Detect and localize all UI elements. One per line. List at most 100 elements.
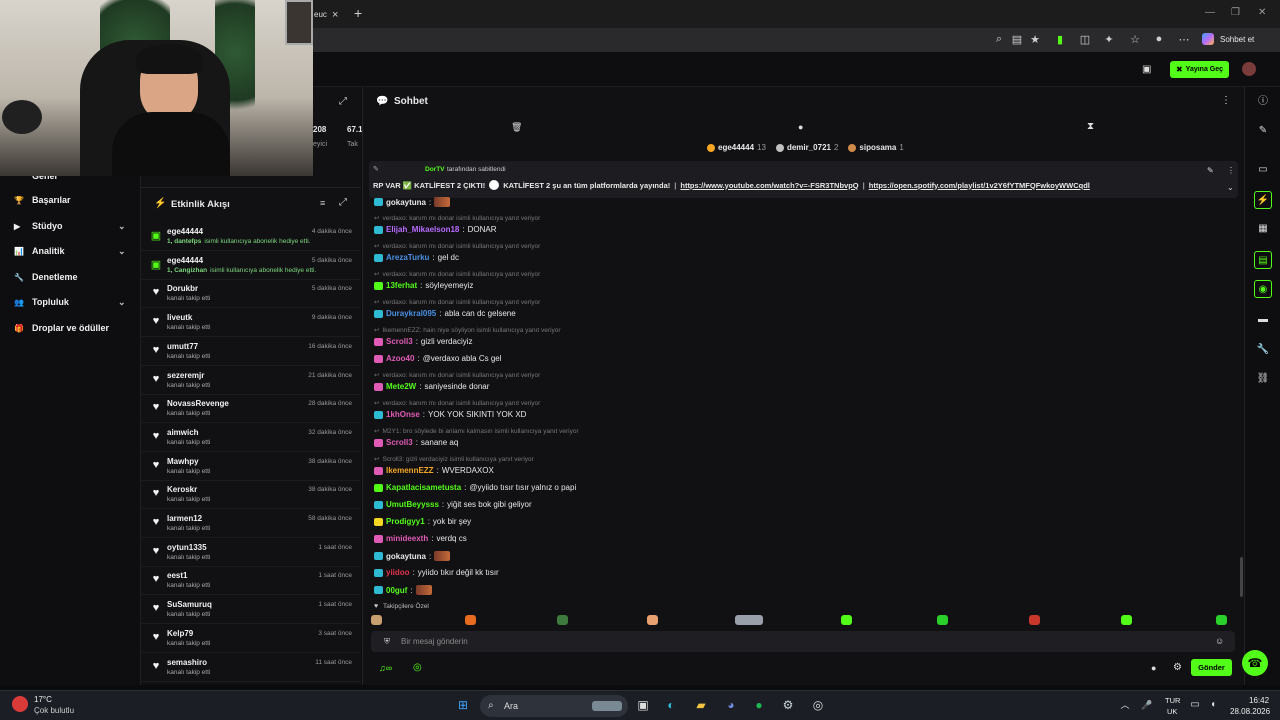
- chat-message[interactable]: 1khOnse: YOK YOK SIKINTI YOK XD: [374, 410, 526, 419]
- info-icon[interactable]: ⓘ: [1254, 93, 1272, 111]
- emoji-picker-icon[interactable]: ☺: [1215, 636, 1224, 646]
- reply-context[interactable]: ↩ verdaxo: kanım mı donar isimli kullanıc…: [374, 399, 540, 408]
- weather-desc[interactable]: Çok bulutlu: [34, 706, 74, 715]
- file-explorer-icon[interactable]: ▰: [692, 696, 710, 714]
- minimize-icon[interactable]: —: [1205, 7, 1215, 18]
- activity-username[interactable]: Keroskr: [167, 485, 197, 494]
- edit-stream-icon[interactable]: ✎: [1254, 122, 1272, 140]
- sidebar-item-6[interactable]: 🎁 Droplar ve ödüller: [14, 323, 109, 333]
- activity-row[interactable]: ♥ NovassRevenge kanalı takip etti 28 dakika…: [141, 394, 361, 424]
- profile-avatar-icon[interactable]: ●: [1152, 33, 1166, 45]
- chat-scrollbar[interactable]: [1240, 557, 1243, 597]
- activity-row[interactable]: ♥ Mawhpy kanalı takip etti 38 dakika önce: [141, 452, 361, 481]
- rewards-toggle-icon[interactable]: ◉: [1254, 280, 1272, 298]
- gifter-1[interactable]: ege44444 13: [707, 143, 766, 152]
- extensions-puzzle-icon[interactable]: ✦: [1102, 33, 1116, 46]
- pinned-menu-icon[interactable]: ⋮: [1227, 166, 1235, 175]
- emote-option-icon[interactable]: [735, 615, 763, 625]
- emote-option-icon[interactable]: [465, 615, 476, 625]
- emote-option-icon[interactable]: [557, 615, 568, 625]
- activity-row[interactable]: ♥ eest1 kanalı takip etti 1 saat önce: [141, 566, 361, 596]
- chrome-icon[interactable]: ◎: [809, 696, 827, 714]
- activity-row[interactable]: ♥ aimwich kanalı takip etti 32 dakika önce: [141, 423, 361, 452]
- chevron-down-icon[interactable]: ⌄: [118, 221, 126, 232]
- activity-username[interactable]: Dorukbr: [167, 284, 198, 293]
- chat-username[interactable]: ArezaTurku: [386, 253, 429, 262]
- collapse-pinned-icon[interactable]: ⌄: [1227, 183, 1234, 192]
- activity-username[interactable]: semashiro: [167, 658, 207, 667]
- chat-input-box[interactable]: ⛨ Bir mesaj gönderin ☺: [371, 631, 1235, 652]
- help-chat-button[interactable]: ☎: [1242, 650, 1268, 676]
- maximize-icon[interactable]: ❐: [1231, 7, 1240, 18]
- spotify-icon[interactable]: ●: [750, 696, 768, 714]
- mod-tools-icon[interactable]: 🔧: [1254, 341, 1272, 359]
- chat-message[interactable]: Mete2W: saniyesinde donar: [374, 382, 489, 391]
- activity-row[interactable]: ♥ liveutk kanalı takip etti 9 dakika önce: [141, 308, 361, 338]
- kick-rewards-icon[interactable]: ◎: [413, 662, 422, 673]
- weather-temp[interactable]: 17°C: [34, 695, 52, 704]
- chat-message[interactable]: Scroll3: gizli verdaciyiz: [374, 337, 473, 346]
- gifter-3[interactable]: siposama 1: [848, 143, 904, 152]
- emote-option-icon[interactable]: [937, 615, 948, 625]
- clock-time[interactable]: 16:42: [1249, 696, 1269, 705]
- pinned-link-spotify[interactable]: https://open.spotify.com/playlist/1v2Y6f…: [869, 181, 1090, 190]
- activity-row[interactable]: ♥ larmen12 kanalı takip etti 58 dakika önce: [141, 509, 361, 538]
- emote-option-icon[interactable]: [647, 615, 658, 625]
- windows-start-icon[interactable]: ⊞: [454, 696, 472, 714]
- emote-image[interactable]: [434, 551, 451, 561]
- network-icon[interactable]: ▭: [1186, 696, 1204, 714]
- pinned-link-youtube[interactable]: https://www.youtube.com/watch?v=-FSR3TNb…: [680, 181, 858, 190]
- activity-row[interactable]: ♥ Dorukbr kanalı takip etti 5 dakika önce: [141, 279, 361, 309]
- favorites-bar-icon[interactable]: ☆: [1128, 33, 1142, 46]
- activity-username[interactable]: ege44444: [167, 227, 203, 236]
- edge-browser-icon[interactable]: ◐: [662, 696, 680, 714]
- send-button[interactable]: Gönder: [1191, 659, 1232, 676]
- chat-message[interactable]: Scroll3: sanane aq: [374, 438, 458, 447]
- taskbar-search-box[interactable]: ⌕ Ara: [480, 695, 628, 717]
- trash-icon[interactable]: 🗑: [511, 122, 522, 133]
- steam-icon[interactable]: ⚙: [779, 696, 797, 714]
- chat-username[interactable]: Duraykral095: [386, 309, 436, 318]
- activity-username[interactable]: eest1: [167, 571, 187, 580]
- activity-username[interactable]: NovassRevenge: [167, 399, 229, 408]
- new-tab-icon[interactable]: +: [354, 5, 362, 21]
- reply-context[interactable]: ↩ M2Y1: bro söylede bi anlamı kalmasın is…: [374, 427, 579, 436]
- emote-image[interactable]: [434, 197, 451, 207]
- emote-option-icon[interactable]: [1121, 615, 1132, 625]
- tab-title-fragment[interactable]: euc: [314, 10, 327, 19]
- chat-username[interactable]: 00guf: [386, 586, 407, 595]
- emote-option-icon[interactable]: [841, 615, 852, 625]
- reply-context[interactable]: ↩ verdaxo: kanım mı donar isimli kullanıc…: [374, 214, 540, 223]
- activity-username[interactable]: SuSamuruq: [167, 600, 212, 609]
- lang-secondary[interactable]: UK: [1167, 707, 1177, 716]
- chat-message[interactable]: Prodigyy1: yok bir şey: [374, 517, 471, 526]
- pinned-message[interactable]: ✎ DorTV tarafından sabitlendi RP VAR ✅ K…: [369, 161, 1238, 198]
- chat-message[interactable]: ArezaTurku: gel dc: [374, 253, 459, 262]
- stats-toggle-icon[interactable]: ▦: [1254, 220, 1272, 238]
- activity-username[interactable]: sezeremjr: [167, 371, 204, 380]
- notification-icon[interactable]: ▣: [1142, 64, 1151, 75]
- chat-username[interactable]: Prodigyy1: [386, 517, 425, 526]
- chat-username[interactable]: yiidoo: [386, 568, 410, 577]
- message-bubble-icon[interactable]: ●: [798, 122, 803, 132]
- reply-context[interactable]: ↩ verdaxo: kanım mı donar isimli kullanıc…: [374, 371, 540, 380]
- activity-row[interactable]: ♥ semashiro kanalı takip etti 11 saat önce: [141, 653, 361, 682]
- activity-username[interactable]: oytun1335: [167, 543, 207, 552]
- chat-username[interactable]: minideexth: [386, 534, 428, 543]
- reply-context[interactable]: ↩ IkemennEZZ: hain niye söyliyon isimli k…: [374, 326, 561, 335]
- chevron-down-icon[interactable]: ⌄: [118, 297, 126, 308]
- sidebar-item-1[interactable]: 🏆 Başarılar: [14, 195, 71, 205]
- activity-row[interactable]: ♥ sezeremjr kanalı takip etti 21 dakika önc…: [141, 366, 361, 395]
- activity-row[interactable]: ♥ oytun1335 kanalı takip etti 1 saat önce: [141, 538, 361, 567]
- clips-icon[interactable]: ▬: [1254, 311, 1272, 329]
- activity-row[interactable]: ♥ SuSamuruq kanalı takip etti 1 saat önce: [141, 595, 361, 625]
- chat-users-icon[interactable]: ●: [1151, 663, 1156, 673]
- chat-username[interactable]: Kapatlacisametusta: [386, 483, 461, 492]
- chat-message[interactable]: UmutBeyysss: yiğit ses bok gibi geliyor: [374, 500, 532, 509]
- close-window-icon[interactable]: ✕: [1258, 7, 1266, 18]
- favorite-star-icon[interactable]: ★: [1028, 33, 1042, 46]
- lang-primary[interactable]: TUR: [1165, 696, 1180, 705]
- copilot-icon[interactable]: [1202, 33, 1214, 45]
- emote-option-icon[interactable]: [1216, 615, 1227, 625]
- activity-username[interactable]: ege44444: [167, 256, 203, 265]
